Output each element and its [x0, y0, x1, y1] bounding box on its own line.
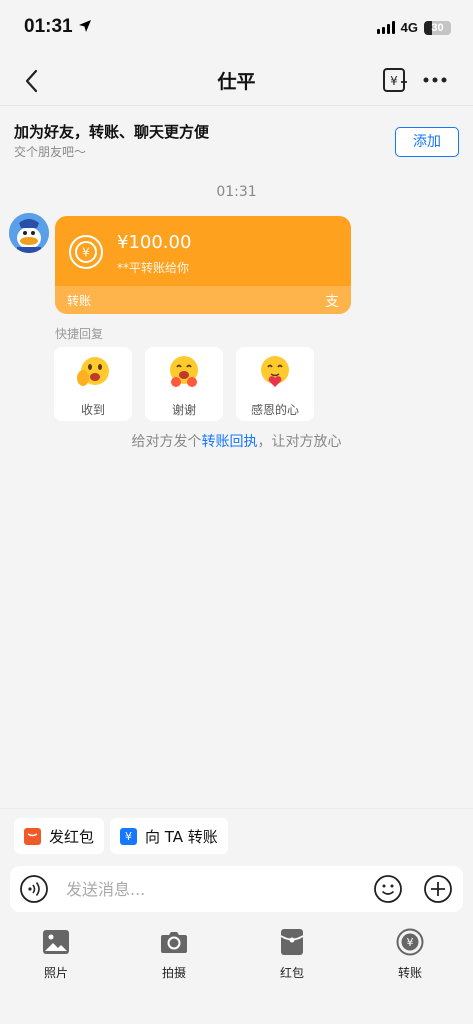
transfer-amount: ¥100.00	[117, 232, 192, 253]
emoji-icon[interactable]	[373, 874, 403, 904]
toolbar-red-packet[interactable]: 红包	[260, 928, 324, 988]
transfer-description: **平转账给你	[117, 261, 190, 275]
quick-reply-grateful[interactable]: 感恩的心	[236, 347, 314, 421]
card-footer: 转账 支	[55, 286, 351, 314]
battery-text: 30	[431, 21, 444, 34]
quick-reply-thanks[interactable]: 谢谢	[145, 347, 223, 421]
banner-title: 加为好友，转账、聊天更方便	[14, 123, 210, 141]
receipt-hint-prefix: 给对方发个	[131, 434, 202, 450]
receipt-link[interactable]: 转账回执	[202, 434, 258, 450]
toolbar-label: 转账	[397, 966, 422, 980]
toolbar-transfer[interactable]: ¥ 转账	[378, 928, 442, 988]
nav-bar: 仕平 ¥	[0, 56, 473, 106]
send-red-packet-chip[interactable]: 发红包	[14, 818, 105, 854]
toolbar-photo[interactable]: 照片	[24, 928, 88, 988]
svg-text:¥: ¥	[82, 246, 90, 260]
photo-icon	[43, 930, 69, 954]
receipt-hint: 给对方发个转账回执，让对方放心	[0, 431, 473, 451]
svg-text:¥: ¥	[390, 74, 398, 88]
action-chip-row: 发红包 ¥ 向 TA 转账	[0, 808, 473, 862]
transfer-record-icon[interactable]: ¥	[381, 66, 409, 94]
toolbar-label: 红包	[279, 966, 304, 980]
transfer-icon: ¥	[396, 928, 424, 956]
voice-icon[interactable]	[19, 874, 49, 904]
add-friend-banner: 加为好友，转账、聊天更方便 交个朋友吧～ 添加	[0, 107, 473, 167]
location-arrow-icon	[78, 20, 91, 32]
more-icon[interactable]	[421, 68, 449, 92]
red-packet-icon	[280, 929, 304, 955]
message-timestamp: 01:31	[216, 184, 257, 200]
thank-you-face-icon	[170, 356, 198, 387]
yuan-transfer-icon: ¥	[120, 827, 137, 845]
red-packet-icon	[24, 827, 41, 845]
battery-icon: 30	[424, 20, 451, 35]
add-friend-button[interactable]: 添加	[395, 127, 459, 157]
banner-subtitle: 交个朋友吧～	[14, 145, 87, 159]
grateful-face-icon	[261, 356, 289, 387]
transfer-card[interactable]: ¥ ¥100.00 **平转账给你 转账 支	[55, 216, 351, 314]
toolbar-label: 拍摄	[161, 966, 186, 980]
quick-reply-title: 快捷回复	[55, 327, 104, 341]
toolbar-camera[interactable]: 拍摄	[142, 928, 206, 988]
transfer-to-ta-chip[interactable]: ¥ 向 TA 转账	[110, 818, 228, 854]
signal-icon	[376, 21, 395, 34]
alipay-logo-icon: 支	[325, 294, 339, 310]
quick-reply-received[interactable]: 收到	[54, 347, 132, 421]
chip-label: 向 TA 转账	[145, 827, 218, 846]
quick-reply-label: 收到	[80, 403, 105, 417]
receipt-hint-suffix: ，让对方放心	[257, 434, 342, 450]
quick-reply-label: 谢谢	[171, 403, 196, 417]
camera-icon	[161, 932, 187, 953]
avatar[interactable]	[9, 213, 49, 253]
message-input[interactable]	[66, 874, 356, 904]
status-time: 01:31	[24, 16, 92, 38]
plus-icon[interactable]	[423, 874, 453, 904]
card-footer-label: 转账	[67, 294, 92, 308]
network-label: 4G	[400, 20, 418, 35]
waving-face-icon	[77, 357, 109, 386]
toolbar-label: 照片	[43, 966, 68, 980]
status-bar: 01:31 4G 30	[0, 0, 473, 56]
status-indicators: 4G 30	[376, 20, 451, 35]
quick-reply-label: 感恩的心	[250, 403, 299, 417]
svg-text:¥: ¥	[407, 936, 414, 949]
transfer-yuan-icon: ¥	[69, 235, 103, 269]
message-input-bar	[10, 866, 463, 912]
chip-label: 发红包	[49, 827, 95, 846]
